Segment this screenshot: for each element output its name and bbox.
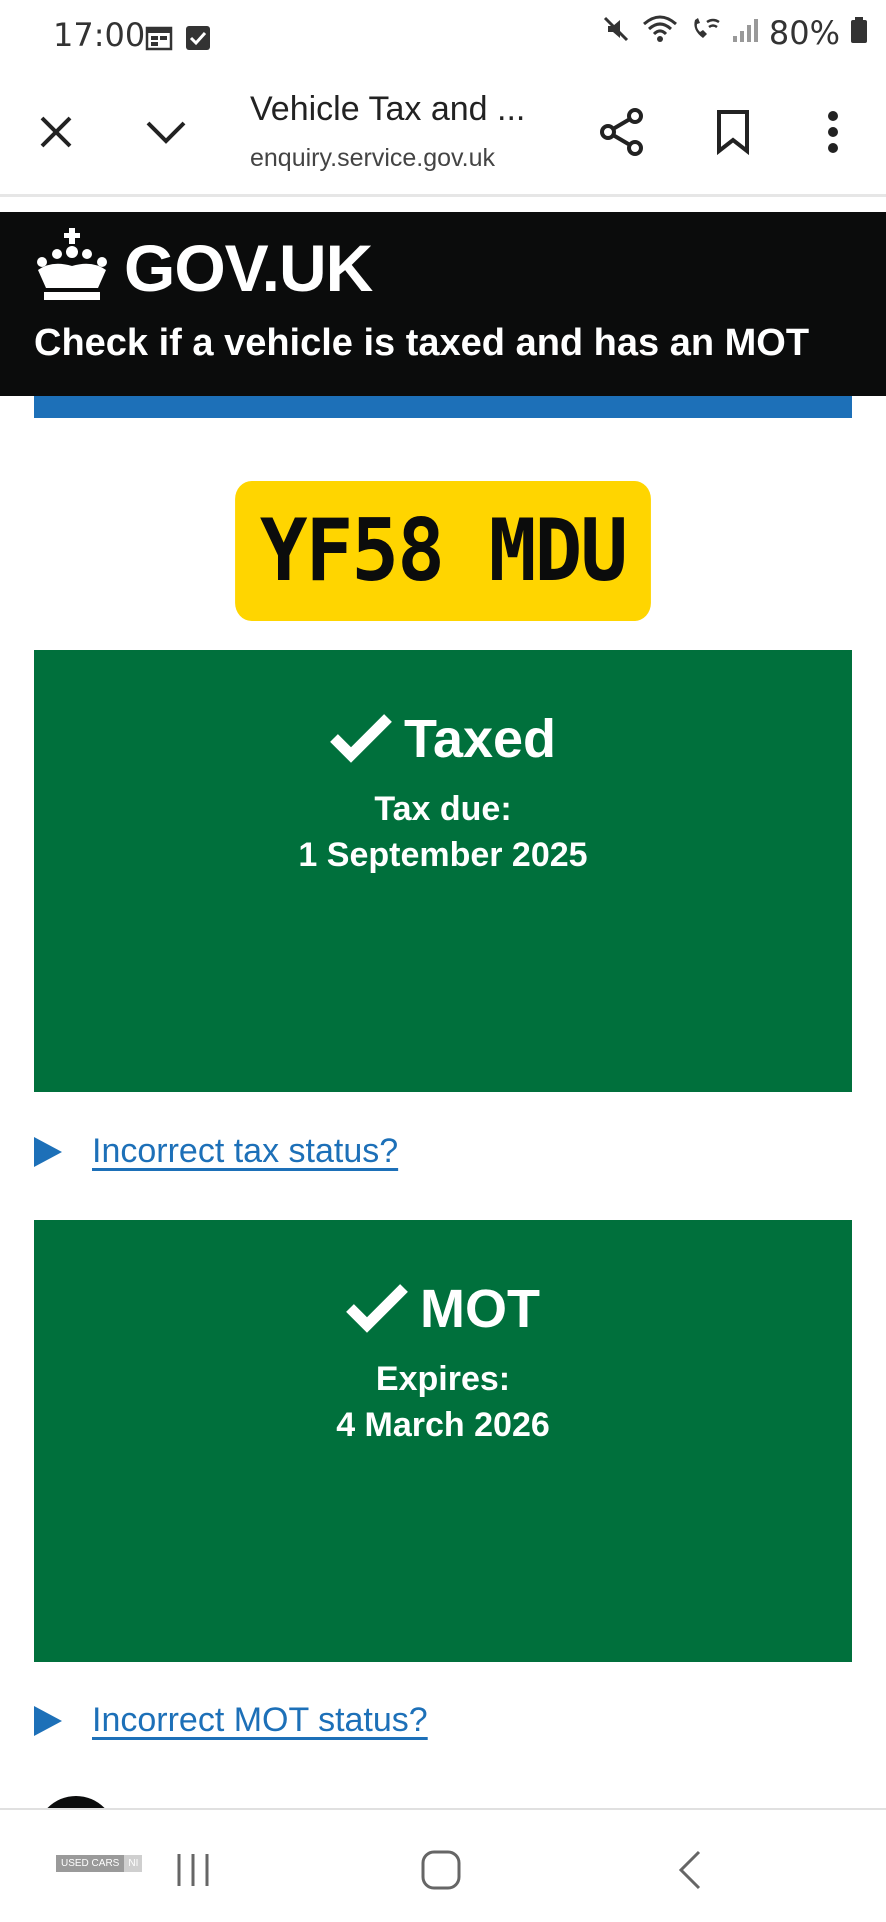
govuk-header: GOV.UK Check if a vehicle is taxed and h… [0, 212, 886, 396]
recent-apps-icon[interactable] [163, 1840, 223, 1900]
used-cars-badge-suffix: NI [124, 1855, 143, 1872]
govuk-logo[interactable]: GOV.UK [124, 230, 373, 306]
tax-due-date: 1 September 2025 [298, 836, 588, 874]
incorrect-tax-link[interactable]: Incorrect tax status? [92, 1132, 398, 1171]
registration-plate: YF58 MDU [235, 481, 651, 621]
home-icon[interactable] [411, 1840, 471, 1900]
triangle-right-icon [34, 1136, 62, 1167]
header-blue-bar [34, 396, 852, 418]
tax-due-label: Tax due: [374, 790, 512, 828]
battery-level: 80% [768, 14, 840, 52]
incorrect-mot-details[interactable]: Incorrect MOT status? [34, 1701, 428, 1740]
mute-icon [601, 14, 631, 52]
mot-expiry-date: 4 March 2026 [336, 1406, 550, 1444]
signal-icon [731, 14, 759, 52]
incorrect-tax-details[interactable]: Incorrect tax status? [34, 1132, 398, 1171]
calendar-icon [145, 22, 173, 51]
close-icon[interactable] [26, 102, 86, 162]
share-icon[interactable] [592, 102, 652, 162]
mot-status-panel: MOT Expires: 4 March 2026 [34, 1220, 852, 1662]
wifi-call-icon [689, 14, 721, 52]
triangle-right-icon [34, 1705, 62, 1736]
used-cars-badge-text: USED CARS [56, 1855, 125, 1872]
incorrect-mot-link[interactable]: Incorrect MOT status? [92, 1701, 428, 1740]
mot-expires-label: Expires: [375, 1360, 511, 1398]
check-icon [346, 1281, 408, 1338]
status-bar: 17:00 80% [0, 0, 886, 72]
browser-page-title[interactable]: Vehicle Tax and ... [250, 90, 525, 129]
chevron-down-icon[interactable] [136, 102, 196, 162]
tax-status-panel: Taxed Tax due: 1 September 2025 [34, 650, 852, 1092]
browser-toolbar: Vehicle Tax and ... enquiry.service.gov.… [0, 72, 886, 197]
status-time: 17:00 [53, 16, 146, 54]
bookmark-icon[interactable] [703, 102, 763, 162]
crown-icon [32, 226, 112, 304]
browser-url[interactable]: enquiry.service.gov.uk [250, 144, 495, 173]
service-name[interactable]: Check if a vehicle is taxed and has an M… [34, 322, 809, 365]
more-icon[interactable] [803, 102, 863, 162]
checkbox-icon [184, 22, 212, 50]
check-icon [330, 711, 392, 768]
wifi-icon [641, 14, 679, 52]
back-icon[interactable] [660, 1840, 720, 1900]
used-cars-badge: USED CARS NI [56, 1855, 143, 1872]
tax-status-title: Taxed [403, 709, 557, 769]
battery-icon [850, 14, 868, 52]
mot-status-title: MOT [420, 1279, 540, 1339]
